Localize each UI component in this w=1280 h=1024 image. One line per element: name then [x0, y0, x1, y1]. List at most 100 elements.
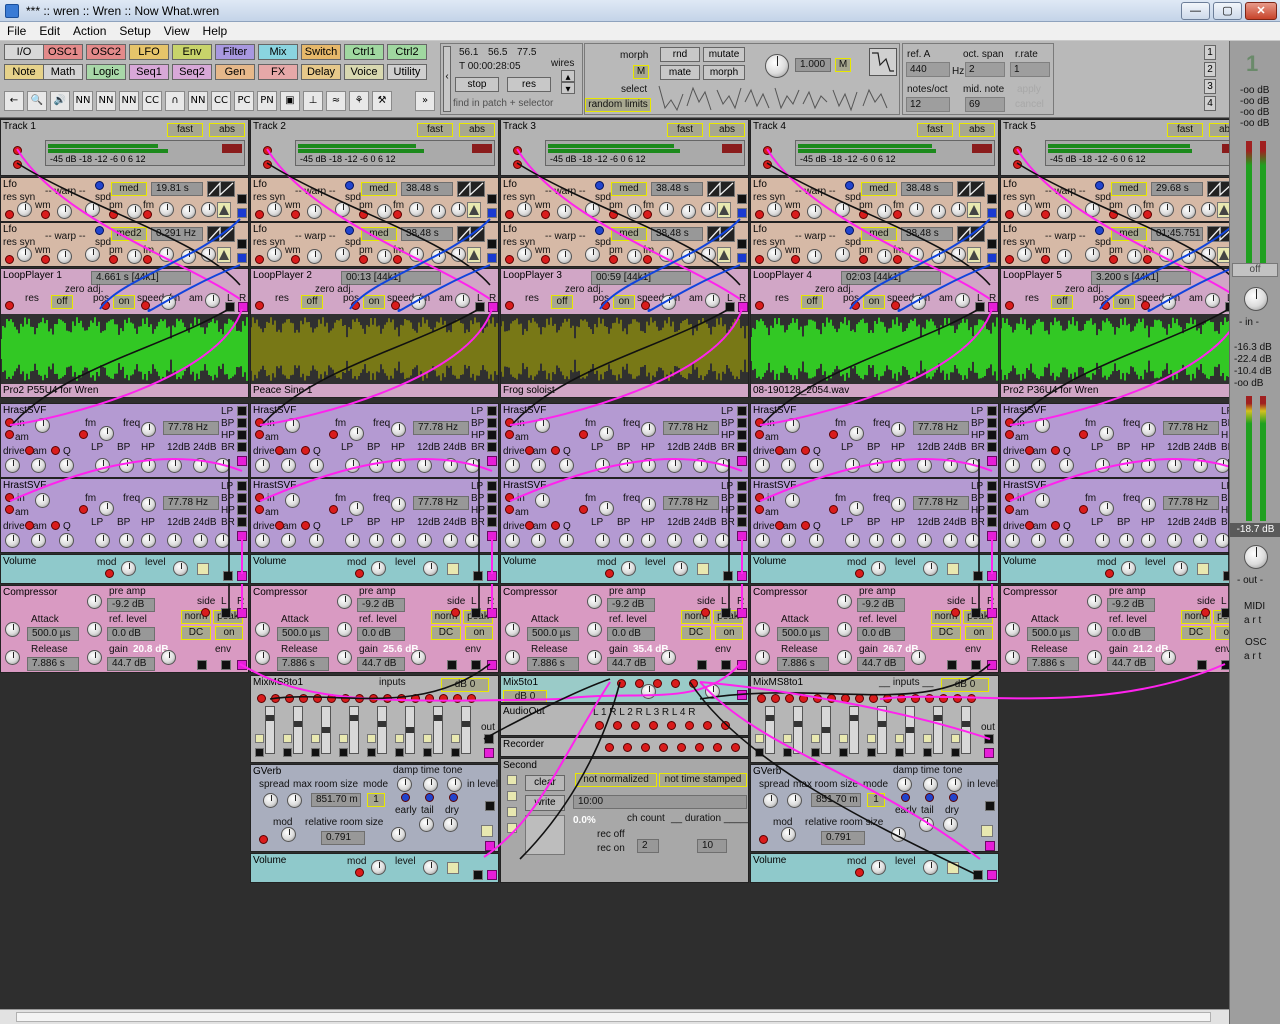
svf-out-jack-1[interactable] [987, 406, 997, 416]
gverb-knob-9[interactable] [891, 827, 906, 842]
mixer-input-jack-5b[interactable] [883, 694, 892, 703]
comp-right-in[interactable] [987, 608, 997, 618]
compressor-knob-5[interactable] [837, 650, 852, 665]
comp-right-in[interactable] [237, 608, 247, 618]
fast-button[interactable]: fast [917, 123, 953, 137]
svf-knob-row-9[interactable] [1215, 533, 1229, 548]
svf-knob-row-1[interactable] [255, 458, 270, 473]
svf-knob-row-7[interactable] [167, 533, 182, 548]
track-module[interactable]: Track 5 fastabs -45 dB -18 -12 -6 0 6 12 [1000, 119, 1229, 176]
mixer-solo-3[interactable] [311, 748, 320, 757]
mixer-fader-4[interactable] [349, 706, 359, 754]
lfo-knob-5[interactable] [409, 202, 424, 217]
lfo-knob-1[interactable] [267, 247, 282, 262]
lfo-input-jack[interactable] [755, 210, 764, 219]
mixer-out-left[interactable] [984, 734, 994, 744]
mixer-input-jack-8[interactable] [453, 694, 462, 703]
lfo-range-button[interactable]: med [361, 227, 397, 241]
svf-in-jack[interactable] [5, 493, 14, 502]
random-limits-button[interactable]: random limits [585, 98, 651, 112]
lfo-module[interactable]: Lfo res syn -- warp -- spd wm pm fm med2 0.291 H… [0, 222, 249, 267]
track-module[interactable]: Track 4 fast abs -45 dB -18 -12 -6 0 6 12 [750, 119, 999, 176]
svf-knob-row-2[interactable] [781, 458, 796, 473]
svf-knob-row-8[interactable] [943, 533, 958, 548]
lfo-input-jack[interactable] [1041, 255, 1050, 264]
svf-fm-jack[interactable] [829, 505, 838, 514]
scrollbar-thumb[interactable] [16, 1012, 1211, 1022]
tab-lfo[interactable]: LFO [129, 44, 169, 60]
compressor-knob-4[interactable] [505, 650, 520, 665]
svf-knob-row-3[interactable] [309, 458, 324, 473]
svf-knob-row-2[interactable] [281, 533, 296, 548]
on-button[interactable]: on [965, 626, 993, 640]
svf-main-out[interactable] [487, 531, 497, 541]
on-button[interactable]: on [1215, 626, 1229, 640]
loop-left-out[interactable] [975, 302, 985, 312]
cancel-button[interactable]: cancel [1015, 99, 1044, 110]
svf-in-jack[interactable] [1005, 493, 1014, 502]
minimize-button[interactable]: — [1181, 2, 1210, 20]
compressor-knob-3[interactable] [337, 622, 352, 637]
gverb-knob-1[interactable] [763, 793, 778, 808]
lfo-knob-2[interactable] [1057, 204, 1072, 219]
svf-am-jack[interactable] [1005, 505, 1014, 514]
audioout-jack-8[interactable] [721, 721, 730, 730]
svf-fm-knob[interactable] [599, 426, 614, 441]
lfo-range-button[interactable]: med [861, 227, 897, 241]
svf-fm-knob[interactable] [1099, 501, 1114, 516]
mode-display[interactable]: 1 [367, 793, 385, 807]
svf-knob-row-3[interactable] [559, 458, 574, 473]
compressor-knob-2[interactable] [505, 622, 520, 637]
svf-freq-knob[interactable] [641, 497, 656, 512]
lfo-input-jack[interactable] [291, 255, 300, 264]
svf-am-jack[interactable] [255, 505, 264, 514]
r-rate-field[interactable]: 1 [1010, 62, 1050, 77]
lfo-waveform-icon[interactable] [457, 181, 485, 197]
svf-out-jack-2[interactable] [237, 493, 247, 503]
side-in-jack[interactable] [1201, 608, 1210, 617]
svf-out-jack-4[interactable] [737, 442, 747, 452]
svf-knob-row-4[interactable] [95, 458, 110, 473]
mixer-input-jack-4[interactable] [841, 694, 850, 703]
morph-curve-icon[interactable] [869, 48, 897, 76]
svf-knob-row-7[interactable] [667, 533, 682, 548]
svf-knob-row-2[interactable] [1031, 533, 1046, 548]
svf-fm-jack[interactable] [579, 505, 588, 514]
svf-filter-module[interactable]: HrastSVF in am drive am Qfm freq 77.78 Hz LP BP HP… [1000, 478, 1229, 553]
lfo-waveform-icon[interactable] [1207, 226, 1229, 242]
svf-knob-row-5[interactable] [1119, 533, 1134, 548]
svf-knob-row-3[interactable] [309, 533, 324, 548]
mixer-input-jack-2b[interactable] [299, 694, 308, 703]
side-in-jack[interactable] [451, 608, 460, 617]
mixer-solo-8[interactable] [451, 748, 460, 757]
compressor-knob-2[interactable] [755, 622, 770, 637]
svf-knob-row-2[interactable] [781, 533, 796, 548]
lfo-knob-1[interactable] [767, 247, 782, 262]
pos-on-button[interactable]: on [363, 295, 385, 309]
volume-mod-knob[interactable] [621, 561, 636, 576]
volume-in-jack[interactable] [973, 571, 983, 581]
lfo-knob-1[interactable] [267, 202, 282, 217]
abs-button[interactable]: abs [959, 123, 995, 137]
lfo-knob-1[interactable] [517, 247, 532, 262]
lfo-module[interactable]: Lfo res syn -- warp -- spd wm pm fm med 19.81 s [0, 177, 249, 222]
recorder-jack-4[interactable] [659, 743, 668, 752]
lfo-knob-1[interactable] [1017, 202, 1032, 217]
comp-right-out[interactable] [237, 660, 247, 670]
mixer-solo-8[interactable] [951, 748, 960, 757]
svf-knob-row-1[interactable] [505, 458, 520, 473]
lfo-shape-toggle[interactable] [717, 202, 731, 218]
lfo-knob-2[interactable] [557, 249, 572, 264]
svf-out-jack-4[interactable] [737, 517, 747, 527]
comp-left-out[interactable] [471, 660, 481, 670]
loop-right-out[interactable] [988, 302, 998, 312]
lfo-knob-7[interactable] [1201, 202, 1216, 217]
loop-speed-jack[interactable] [891, 301, 900, 310]
svf-in-jack[interactable] [755, 418, 764, 427]
svf-knob-row-7[interactable] [417, 533, 432, 548]
lfo-input-jack[interactable] [505, 210, 514, 219]
lfo-knob-6[interactable] [931, 249, 946, 264]
fader-handle[interactable] [766, 715, 774, 721]
recorder-jack-3[interactable] [641, 743, 650, 752]
svf-am2-jack[interactable] [275, 521, 284, 530]
